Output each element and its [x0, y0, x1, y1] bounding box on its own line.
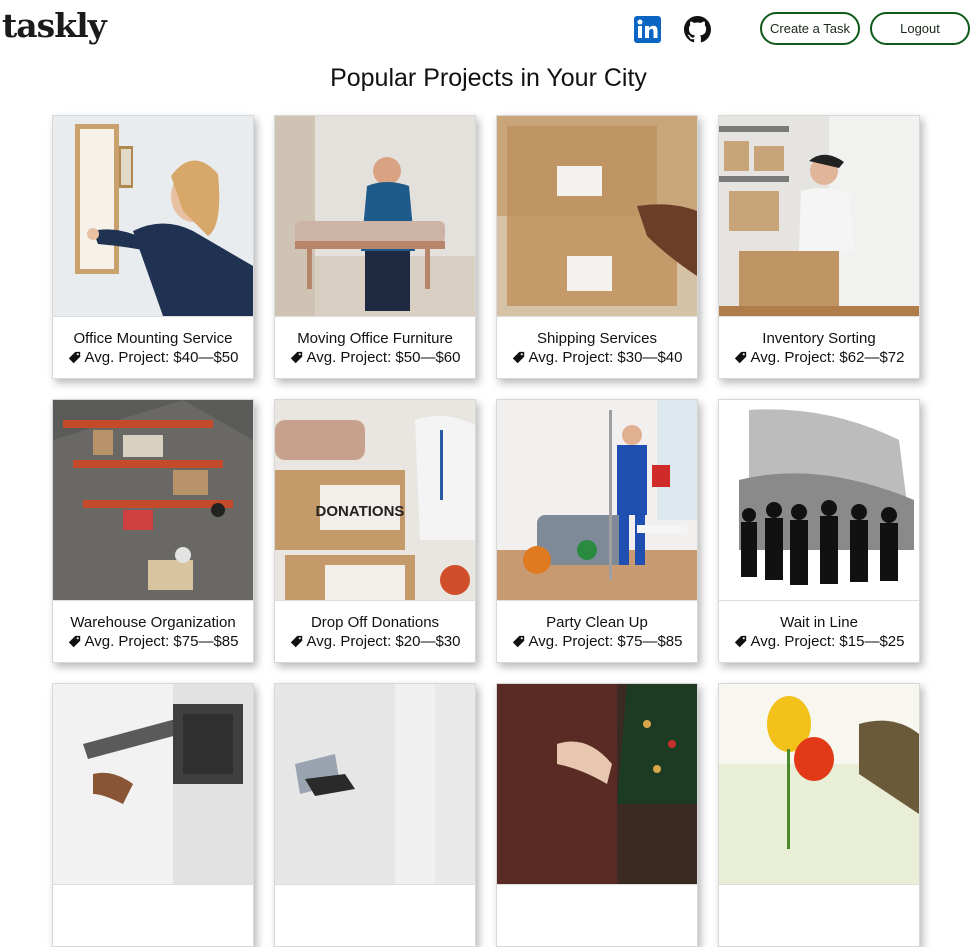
project-card[interactable] — [274, 683, 476, 947]
project-price: Avg. Project: $62—$72 — [750, 349, 905, 366]
project-title: Drop Off Donations — [310, 614, 440, 631]
project-photo — [497, 684, 697, 885]
project-card[interactable]: DONATIONS Drop Off Donations Avg. Projec… — [274, 399, 476, 663]
project-price: Avg. Project: $30—$40 — [528, 349, 683, 366]
project-price: Avg. Project: $40—$50 — [84, 349, 239, 366]
project-card[interactable]: Shipping Services Avg. Project: $30—$40 — [496, 115, 698, 379]
tag-icon — [290, 351, 302, 364]
project-title: Party Clean Up — [546, 614, 648, 631]
project-photo: DONATIONS — [275, 400, 475, 601]
project-price: Avg. Project: $15—$25 — [750, 633, 905, 650]
github-icon[interactable] — [684, 16, 711, 43]
linkedin-icon[interactable] — [634, 16, 661, 43]
project-title: Warehouse Organization — [70, 614, 236, 631]
project-card[interactable] — [496, 683, 698, 947]
project-card[interactable] — [718, 683, 920, 947]
project-photo — [53, 684, 253, 885]
project-price: Avg. Project: $50—$60 — [306, 349, 461, 366]
project-photo — [497, 400, 697, 601]
project-photo — [275, 116, 475, 317]
tag-icon — [68, 635, 80, 648]
taskly-logo[interactable]: taskly — [2, 6, 107, 45]
project-photo — [719, 684, 919, 885]
project-title: Wait in Line — [780, 614, 858, 631]
project-photo — [53, 116, 253, 317]
tag-icon — [68, 351, 80, 364]
project-title: Moving Office Furniture — [297, 330, 453, 347]
tag-icon — [512, 635, 524, 648]
project-photo — [497, 116, 697, 317]
svg-text:DONATIONS: DONATIONS — [316, 503, 405, 520]
project-card[interactable]: Inventory Sorting Avg. Project: $62—$72 — [718, 115, 920, 379]
project-card[interactable]: Warehouse Organization Avg. Project: $75… — [52, 399, 254, 663]
logout-button[interactable]: Logout — [870, 12, 970, 45]
project-photo — [719, 116, 919, 317]
project-price: Avg. Project: $75—$85 — [528, 633, 683, 650]
project-card[interactable]: Moving Office Furniture Avg. Project: $5… — [274, 115, 476, 379]
tag-icon — [512, 351, 524, 364]
tag-icon — [290, 635, 302, 648]
project-title: Office Mounting Service — [73, 330, 233, 347]
tag-icon — [734, 635, 746, 648]
project-price: Avg. Project: $75—$85 — [84, 633, 239, 650]
project-grid: Office Mounting Service Avg. Project: $4… — [52, 115, 920, 947]
project-photo — [719, 400, 919, 601]
project-title: Inventory Sorting — [762, 330, 876, 347]
top-nav: taskly Create a Task Logout — [0, 0, 977, 60]
page-title: Popular Projects in Your City — [330, 64, 647, 92]
project-title: Shipping Services — [536, 330, 658, 347]
project-card[interactable]: Party Clean Up Avg. Project: $75—$85 — [496, 399, 698, 663]
project-photo — [275, 684, 475, 885]
project-photo — [53, 400, 253, 601]
create-task-button[interactable]: Create a Task — [760, 12, 860, 45]
tag-icon — [734, 351, 746, 364]
project-card[interactable] — [52, 683, 254, 947]
project-price: Avg. Project: $20—$30 — [306, 633, 461, 650]
project-card[interactable]: Office Mounting Service Avg. Project: $4… — [52, 115, 254, 379]
project-card[interactable]: Wait in Line Avg. Project: $15—$25 — [718, 399, 920, 663]
